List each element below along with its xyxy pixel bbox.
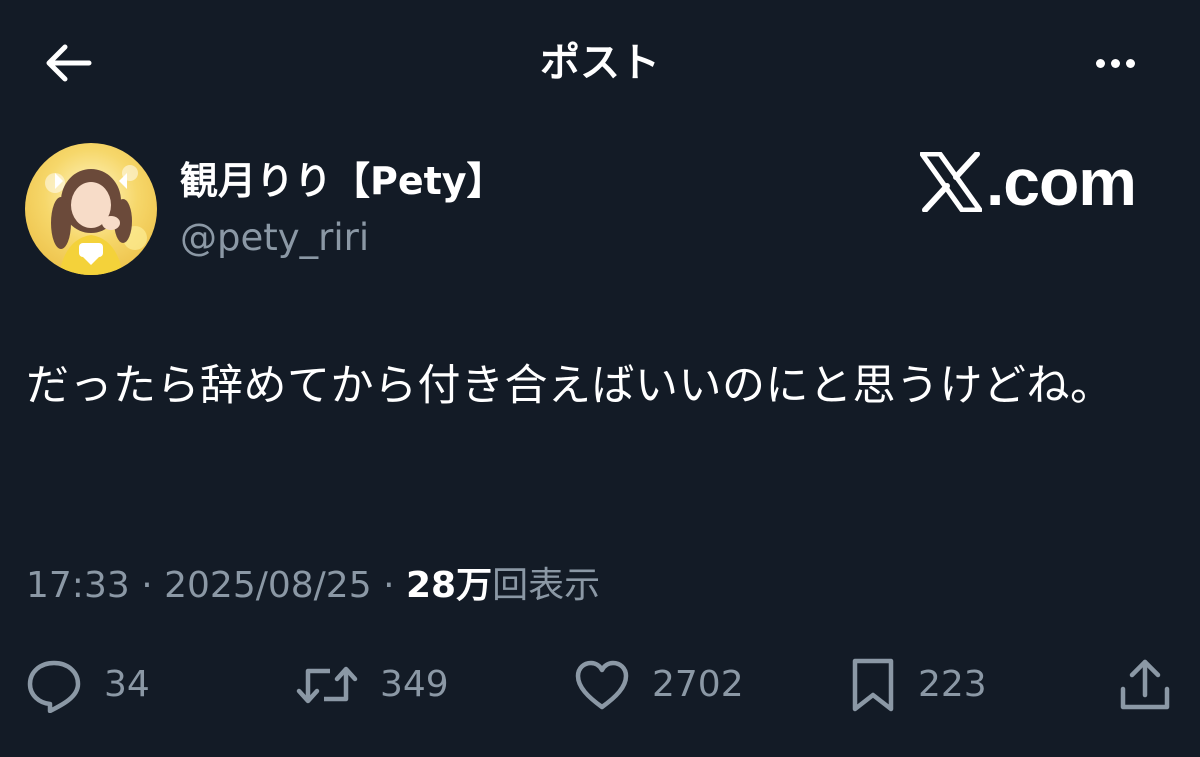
author-display-name[interactable]: 観月りり【Pety】 — [180, 156, 505, 206]
meta-separator: · — [141, 565, 153, 606]
post-date[interactable]: 2025/08/25 — [164, 565, 372, 606]
repost-count: 349 — [380, 664, 449, 705]
avatar[interactable] — [25, 143, 157, 275]
like-count: 2702 — [652, 664, 744, 705]
page-title: ポスト — [540, 40, 660, 86]
share-button[interactable] — [1118, 650, 1172, 720]
avatar-photo — [45, 165, 147, 275]
repost-button[interactable]: 349 — [296, 650, 449, 720]
post-page: ポスト 観月りり【Pety】 @pety_riri .com だったら辞めてから… — [0, 0, 1200, 757]
more-options-button[interactable] — [1080, 36, 1150, 90]
bookmark-icon — [852, 658, 894, 712]
more-horizontal-icon — [1095, 58, 1105, 68]
watermark-text: .com — [985, 145, 1137, 219]
x-com-watermark: .com — [919, 145, 1137, 219]
post-time[interactable]: 17:33 — [26, 565, 130, 606]
views-count[interactable]: 28万 — [406, 565, 492, 606]
reply-button[interactable]: 34 — [26, 650, 150, 720]
more-dot — [1110, 58, 1120, 68]
reply-count: 34 — [104, 664, 150, 705]
heart-icon — [575, 660, 629, 710]
share-icon — [1120, 659, 1170, 710]
x-logo-icon — [919, 152, 982, 212]
repost-icon — [296, 666, 358, 704]
like-button[interactable]: 2702 — [574, 650, 744, 720]
post-text: だったら辞めてから付き合えばいいのにと思うけどね。 — [26, 361, 1114, 411]
post-metadata: 17:33 · 2025/08/25 · 28万回表示 — [26, 562, 600, 610]
bookmark-button[interactable]: 223 — [850, 650, 987, 720]
meta-separator: · — [383, 565, 395, 606]
views-label: 回表示 — [492, 565, 601, 606]
author-handle[interactable]: @pety_riri — [180, 214, 369, 262]
bookmark-count: 223 — [918, 664, 987, 705]
action-bar: 34 349 2702 223 — [0, 650, 1200, 720]
top-bar: ポスト — [0, 0, 1200, 122]
more-dot — [1125, 58, 1135, 68]
reply-icon — [27, 660, 81, 713]
